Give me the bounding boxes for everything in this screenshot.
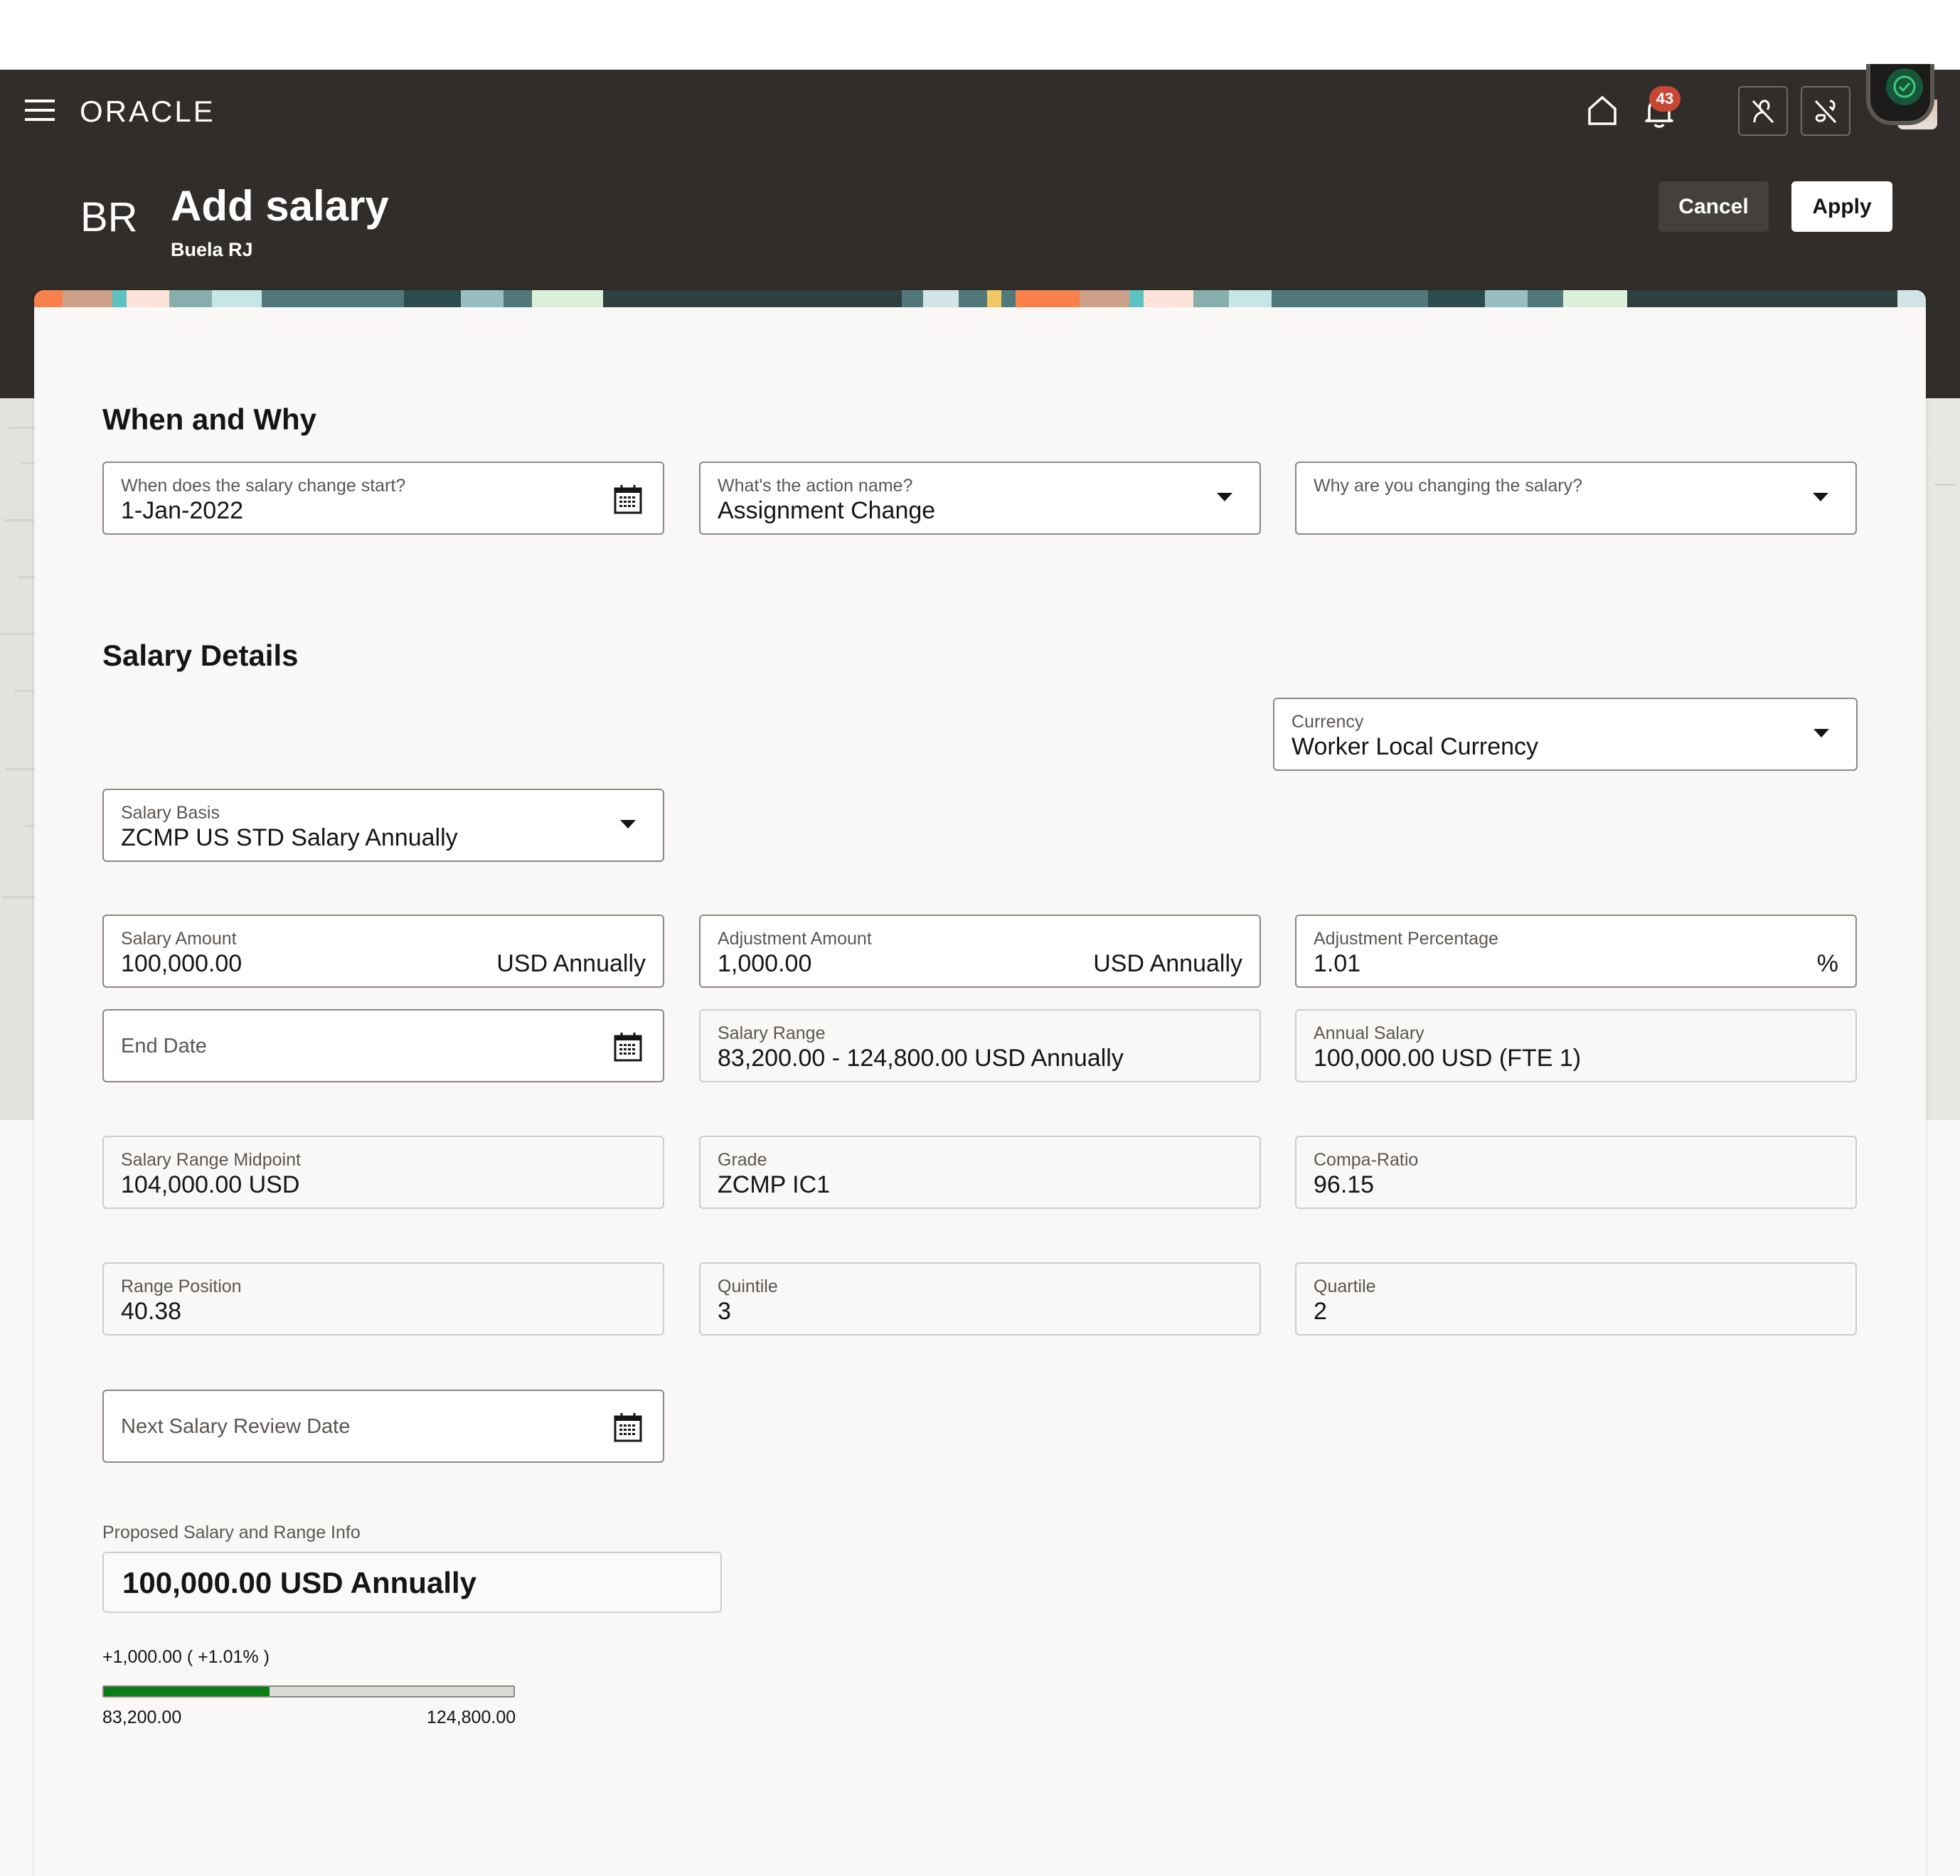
currency-label: Currency	[1291, 712, 1364, 732]
action-name-label: What's the action name?	[718, 476, 913, 496]
end-date-placeholder[interactable]: End Date	[121, 1035, 207, 1058]
next-review-date-placeholder[interactable]: Next Salary Review Date	[121, 1415, 350, 1439]
annual-salary-label: Annual Salary	[1314, 1023, 1424, 1043]
notification-count-badge: 43	[1649, 86, 1681, 112]
adjustment-amount-unit: USD Annually	[1093, 950, 1242, 977]
range-midpoint-label: Salary Range Midpoint	[121, 1150, 301, 1170]
check-circle-icon	[1886, 68, 1923, 105]
next-review-date-field[interactable]: Next Salary Review Date	[102, 1390, 664, 1463]
apply-button[interactable]: Apply	[1791, 181, 1892, 232]
proposed-salary-value: 100,000.00 USD Annually	[122, 1566, 477, 1599]
grade-label: Grade	[718, 1150, 767, 1170]
salary-amount-unit: USD Annually	[496, 950, 646, 977]
salary-basis-select[interactable]: Salary Basis ZCMP US STD Salary Annually	[102, 789, 664, 862]
salary-range-field: Salary Range 83,200.00 - 124,800.00 USD …	[699, 1009, 1261, 1082]
range-position-value: 40.38	[121, 1298, 182, 1325]
salary-range-value: 83,200.00 - 124,800.00 USD Annually	[718, 1045, 1124, 1072]
decorative-banner	[34, 290, 1926, 307]
section-title-when-why: When and Why	[102, 403, 316, 436]
avatar-status-overlay	[1866, 64, 1934, 125]
start-date-field[interactable]: When does the salary change start? 1-Jan…	[102, 462, 664, 535]
compa-ratio-value: 96.15	[1314, 1171, 1375, 1198]
user-avatar[interactable]	[1866, 64, 1937, 129]
range-position-bar	[102, 1685, 515, 1698]
top-whitespace	[0, 0, 1960, 70]
quartile-label: Quartile	[1314, 1277, 1376, 1296]
section-title-salary-details: Salary Details	[102, 639, 299, 672]
adjustment-percentage-label: Adjustment Percentage	[1314, 929, 1498, 949]
reason-label: Why are you changing the salary?	[1314, 476, 1582, 496]
adjustment-amount-input[interactable]: Adjustment Amount 1,000.00 USD Annually	[699, 915, 1261, 988]
chevron-down-icon[interactable]	[620, 820, 636, 828]
oracle-logo: ORACLE	[80, 95, 215, 128]
salary-amount-value[interactable]: 100,000.00	[121, 950, 242, 978]
annual-salary-value: 100,000.00 USD (FTE 1)	[1314, 1045, 1582, 1072]
person-off-icon[interactable]	[1738, 86, 1788, 136]
calendar-icon[interactable]	[612, 483, 644, 516]
salary-basis-value[interactable]: ZCMP US STD Salary Annually	[121, 824, 458, 852]
page-title: Add salary	[171, 182, 389, 230]
range-midpoint-field: Salary Range Midpoint 104,000.00 USD	[102, 1136, 664, 1209]
start-date-label: When does the salary change start?	[121, 476, 406, 496]
salary-range-label: Salary Range	[718, 1023, 826, 1043]
call-off-icon[interactable]	[1801, 86, 1850, 136]
annual-salary-field: Annual Salary 100,000.00 USD (FTE 1)	[1295, 1009, 1857, 1082]
quintile-field: Quintile 3	[699, 1262, 1261, 1336]
adjustment-amount-value[interactable]: 1,000.00	[718, 950, 811, 978]
range-position-field: Range Position 40.38	[102, 1262, 664, 1336]
quartile-value: 2	[1314, 1298, 1327, 1325]
adjustment-amount-label: Adjustment Amount	[718, 929, 872, 949]
quintile-label: Quintile	[718, 1277, 778, 1296]
adjustment-percentage-input[interactable]: Adjustment Percentage 1.01 %	[1295, 915, 1857, 988]
calendar-icon[interactable]	[612, 1411, 644, 1444]
proposed-salary-label: Proposed Salary and Range Info	[102, 1523, 361, 1542]
salary-change-text: +1,000.00 ( +1.01% )	[102, 1647, 270, 1667]
salary-amount-label: Salary Amount	[121, 929, 237, 949]
range-midpoint-value: 104,000.00 USD	[121, 1171, 300, 1198]
range-max-label: 124,800.00	[427, 1707, 516, 1727]
end-date-field[interactable]: End Date	[102, 1009, 664, 1082]
currency-value[interactable]: Worker Local Currency	[1291, 733, 1538, 761]
proposed-salary-box: 100,000.00 USD Annually	[102, 1552, 722, 1613]
compa-ratio-field: Compa-Ratio 96.15	[1295, 1136, 1857, 1209]
home-icon[interactable]	[1584, 92, 1620, 128]
salary-basis-label: Salary Basis	[121, 803, 220, 823]
action-name-select[interactable]: What's the action name? Assignment Chang…	[699, 462, 1261, 535]
currency-select[interactable]: Currency Worker Local Currency	[1273, 698, 1858, 771]
range-position-bar-fill	[104, 1687, 270, 1696]
range-min-label: 83,200.00	[102, 1707, 182, 1727]
calendar-icon[interactable]	[612, 1030, 644, 1063]
reason-select[interactable]: Why are you changing the salary?	[1295, 462, 1857, 535]
percent-unit: %	[1816, 950, 1838, 977]
hamburger-menu-button[interactable]	[25, 100, 55, 121]
chevron-down-icon[interactable]	[1813, 493, 1828, 501]
range-position-label: Range Position	[121, 1277, 242, 1296]
start-date-value[interactable]: 1-Jan-2022	[121, 497, 243, 525]
quartile-field: Quartile 2	[1295, 1262, 1857, 1336]
form-card: When and Why When does the salary change…	[34, 290, 1926, 1876]
person-name: Buela RJ	[171, 239, 253, 260]
action-name-value[interactable]: Assignment Change	[718, 497, 935, 525]
chevron-down-icon[interactable]	[1217, 493, 1232, 501]
quintile-value: 3	[718, 1298, 731, 1325]
cancel-button[interactable]: Cancel	[1658, 181, 1769, 232]
grade-field: Grade ZCMP IC1	[699, 1136, 1261, 1209]
grade-value: ZCMP IC1	[718, 1171, 831, 1198]
compa-ratio-label: Compa-Ratio	[1314, 1150, 1419, 1170]
person-initials: BR	[80, 194, 138, 240]
salary-amount-input[interactable]: Salary Amount 100,000.00 USD Annually	[102, 915, 664, 988]
adjustment-percentage-value[interactable]: 1.01	[1314, 950, 1360, 978]
chevron-down-icon[interactable]	[1813, 729, 1829, 737]
